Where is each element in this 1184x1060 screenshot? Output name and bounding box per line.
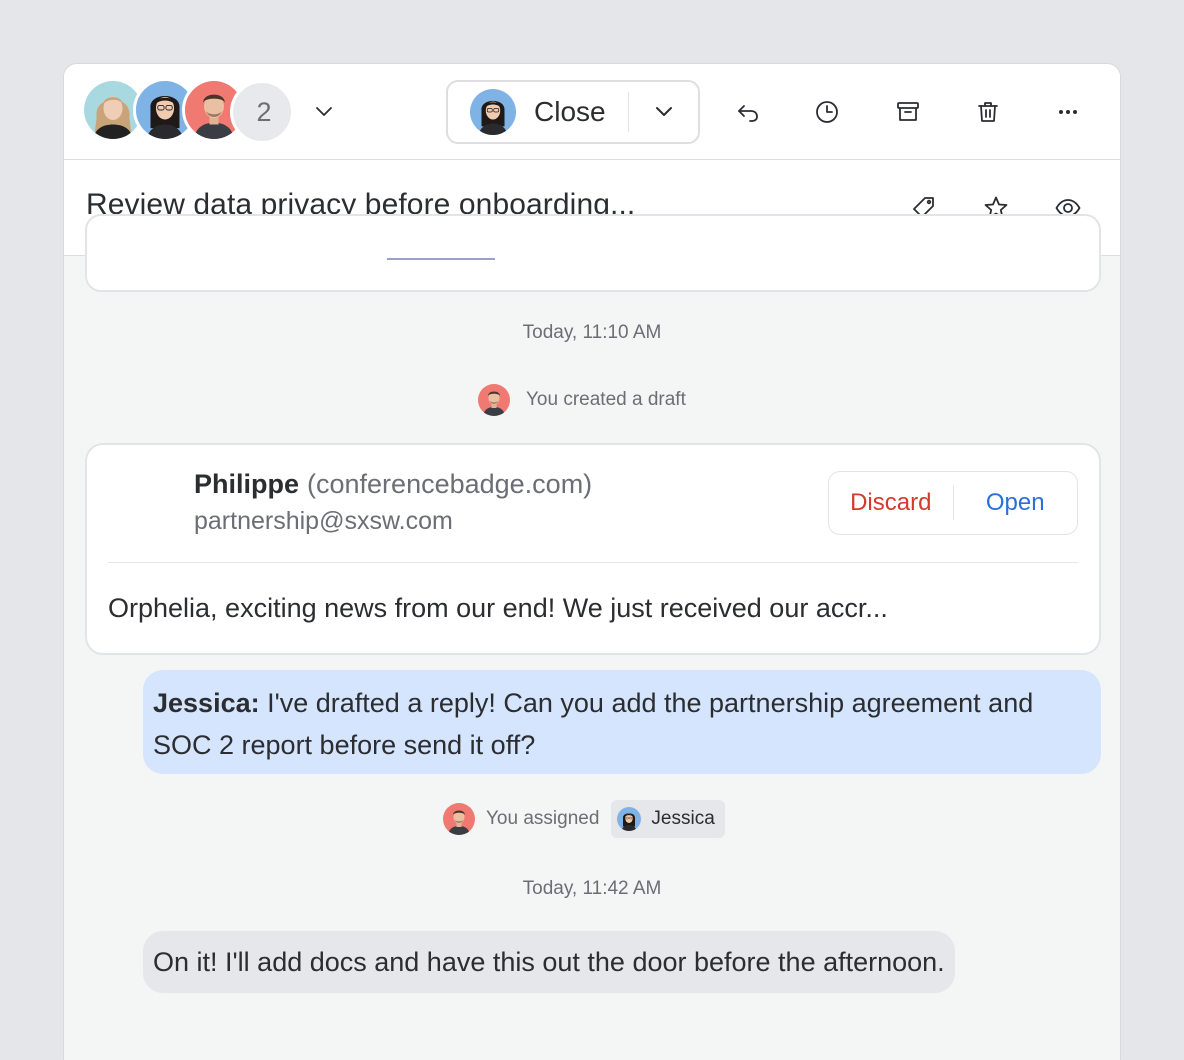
clock-icon[interactable] — [805, 90, 849, 134]
sender-org: (conferencebadge.com) — [307, 469, 593, 499]
assignee-name: Jessica — [651, 808, 715, 829]
open-button[interactable]: Open — [954, 489, 1078, 517]
close-options-chevron-icon[interactable] — [629, 82, 698, 142]
draft-card[interactable]: Philippe (conferencebadge.com) partnershi… — [85, 443, 1101, 655]
sender-name: Philippe — [194, 469, 300, 499]
avatar — [443, 803, 475, 835]
close-button[interactable]: Close — [448, 82, 628, 142]
reply-icon[interactable] — [726, 90, 770, 134]
sender-avatar — [108, 470, 174, 536]
avatar — [478, 384, 510, 416]
chevron-down-icon[interactable] — [302, 90, 346, 134]
sender-email: partnership@sxsw.com — [194, 507, 453, 535]
conversation-toolbar: 2 Close — [64, 64, 1120, 160]
previous-message-card[interactable] — [85, 214, 1101, 292]
event-text: You created a draft — [526, 389, 686, 410]
close-split-button: Close — [446, 80, 700, 144]
timestamp: Today, 11:42 AM — [522, 878, 662, 899]
assignment-event: You assigned Jessica — [443, 800, 725, 838]
assignee-avatar — [617, 807, 641, 831]
divider — [108, 562, 1078, 563]
comment-bubble: On it! I'll add docs and have this out t… — [143, 931, 955, 993]
comment-author-avatar — [85, 670, 133, 718]
comment-bubble: Jessica: I've drafted a reply! Can you a… — [143, 670, 1101, 774]
draft-actions: Discard Open — [828, 471, 1078, 535]
close-button-label: Close — [534, 96, 606, 127]
event-text: You assigned — [486, 808, 600, 829]
trash-icon[interactable] — [966, 90, 1010, 134]
assignee-chip[interactable]: Jessica — [611, 800, 725, 838]
comment-text: I've drafted a reply! Can you add the pa… — [153, 688, 1034, 760]
extra-participants-count[interactable]: 2 — [230, 80, 294, 144]
archive-icon[interactable] — [886, 90, 930, 134]
draft-created-event: You created a draft — [478, 384, 686, 416]
sender-line: Philippe (conferencebadge.com) — [194, 469, 592, 500]
more-icon[interactable] — [1046, 90, 1090, 134]
assignee-avatar — [470, 89, 516, 135]
conversation-panel: 2 Close Review data privacy before onboa… — [63, 63, 1121, 1060]
discard-button[interactable]: Discard — [829, 489, 953, 517]
comment-author-avatar — [85, 937, 133, 985]
timestamp: Today, 11:10 AM — [522, 322, 662, 343]
draft-preview: Orphelia, exciting news from our end! We… — [108, 593, 888, 623]
link-underline — [387, 258, 495, 260]
comment-author: Jessica: — [153, 688, 260, 718]
